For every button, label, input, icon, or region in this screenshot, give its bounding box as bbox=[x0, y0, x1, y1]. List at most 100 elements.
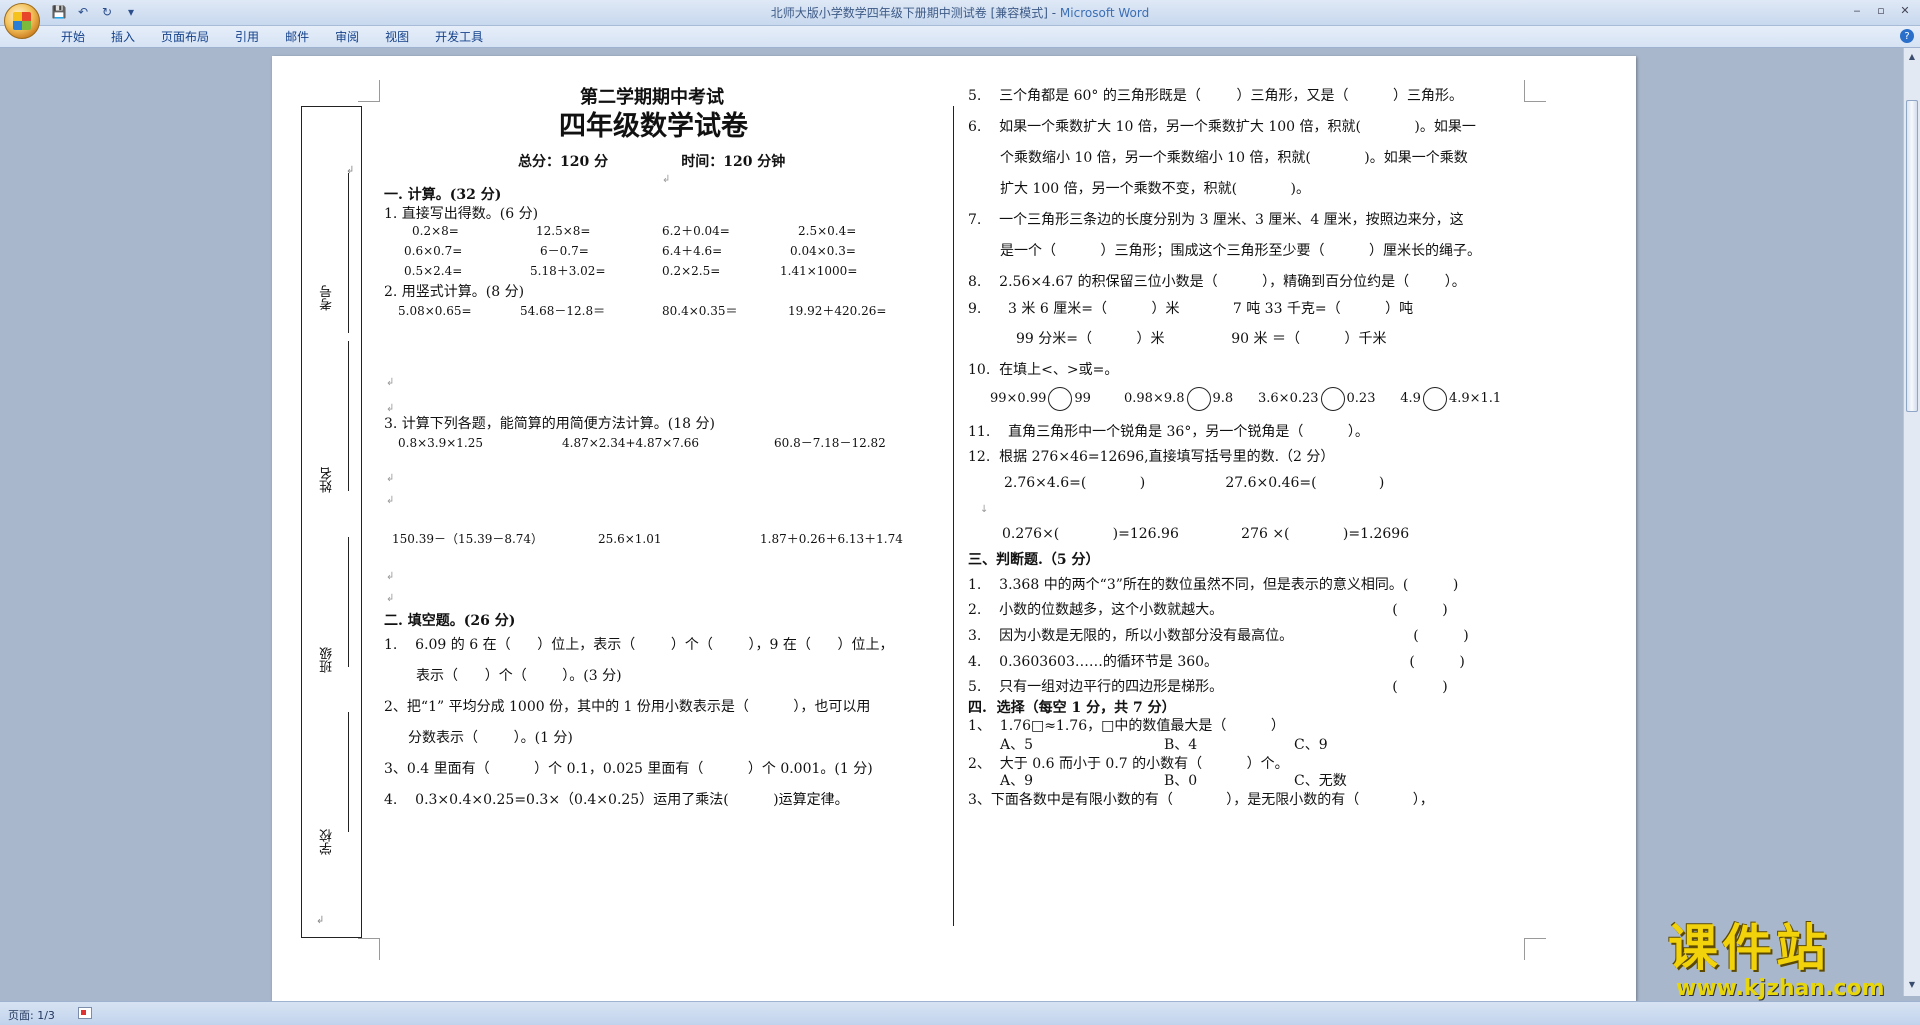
tab-review[interactable]: 审阅 bbox=[322, 29, 372, 45]
choice-1: 1、 1.76□≈1.76，□中的数值最大是（ ） bbox=[968, 718, 1285, 734]
crop-mark bbox=[358, 938, 380, 960]
school-label: 学校 bbox=[320, 829, 335, 855]
scroll-up-icon[interactable]: ▲ bbox=[1906, 50, 1918, 62]
choice-1-b: B、4 bbox=[1164, 737, 1198, 753]
scroll-thumb[interactable] bbox=[1906, 100, 1918, 412]
help-icon[interactable]: ? bbox=[1900, 29, 1914, 43]
paragraph-mark: ↲ bbox=[386, 593, 395, 604]
fill-1b: 表示（ ）个（ ）。(3 分) bbox=[416, 668, 622, 684]
proofing-icon[interactable] bbox=[78, 1007, 92, 1019]
judge-5: 5. 只有一组对边平行的四边形是梯形。 ( ) bbox=[968, 679, 1448, 695]
question-3: 3. 计算下列各题，能简算的用简便方法计算。(18 分) bbox=[384, 416, 715, 432]
fill-11: 11. 直角三角形中一个锐角是 36°，另一个锐角是（ ）。 bbox=[968, 424, 1369, 440]
fill-3: 3、0.4 里面有（ ）个 0.1，0.025 里面有（ ）个 0.001。(1… bbox=[384, 761, 873, 777]
fill-5: 5. 三个角都是 60° 的三角形既是（ ）三角形，又是（ ）三角形。 bbox=[968, 88, 1463, 104]
q1-row2-b: 6－0.7= bbox=[540, 244, 589, 258]
q1-row3-d: 1.41×1000= bbox=[780, 264, 858, 278]
class-label: 班级 bbox=[320, 647, 335, 673]
compare-2-right: 9.8 bbox=[1212, 391, 1234, 406]
document-page[interactable]: ↲ 考号 姓名 班级 学校 ↲ 第二学期期中考试 四年级数学试卷 总分：120 … bbox=[272, 56, 1636, 1001]
choice-3: 3、下面各数中是有限小数的有（ ），是无限小数的有（ ）， bbox=[968, 792, 1434, 808]
paragraph-mark: ↲ bbox=[386, 495, 395, 506]
minimize-button[interactable]: ‒ bbox=[1846, 2, 1868, 18]
fill-6c: 扩大 100 倍，另一个乘数不变，积就( )。 bbox=[1000, 181, 1310, 197]
q1-row2-c: 6.4＋4.6= bbox=[662, 244, 723, 258]
tab-home[interactable]: 开始 bbox=[48, 29, 98, 45]
fill-4: 4. 0.3×0.4×0.25=0.3×（0.4×0.25）运用了乘法( )运算… bbox=[384, 792, 849, 808]
fill-6b: 个乘数缩小 10 倍，另一个乘数缩小 10 倍，积就( )。如果一个乘数 bbox=[1000, 150, 1468, 166]
paragraph-mark: ↲ bbox=[386, 571, 395, 582]
q1-row2-a: 0.6×0.7= bbox=[404, 244, 463, 258]
q1-row3-c: 0.2×2.5= bbox=[662, 264, 721, 278]
fill-line bbox=[348, 712, 349, 832]
paragraph-mark: ↲ bbox=[386, 377, 395, 388]
q1-row1-d: 2.5×0.4= bbox=[798, 224, 857, 238]
document-title: 北师大版小学数学四年级下册期中测试卷 [兼容模式] - bbox=[770, 6, 1060, 20]
q3-row2-b: 25.6×1.01 bbox=[598, 532, 662, 546]
compare-4-left: 4.9 bbox=[1400, 391, 1421, 406]
paragraph-mark: ↲ bbox=[316, 915, 325, 926]
compare-circle[interactable] bbox=[1320, 386, 1345, 411]
column-divider bbox=[953, 106, 954, 926]
choice-1-c: C、9 bbox=[1294, 737, 1328, 753]
tab-insert[interactable]: 插入 bbox=[98, 29, 148, 45]
maximize-button[interactable]: ▫ bbox=[1870, 2, 1892, 18]
fill-line bbox=[348, 341, 349, 491]
office-logo-icon bbox=[13, 12, 31, 30]
choice-2-a: A、9 bbox=[1000, 773, 1034, 789]
watermark-brand: 课件站 bbox=[1668, 919, 1830, 977]
exam-subtitle: 四年级数学试卷 bbox=[559, 111, 748, 142]
tab-view[interactable]: 视图 bbox=[372, 29, 422, 45]
compare-3-left: 3.6×0.23 bbox=[1258, 391, 1319, 406]
q3-row1-a: 0.8×3.9×1.25 bbox=[398, 436, 483, 450]
q3-row1-b: 4.87×2.34+4.87×7.66 bbox=[562, 436, 700, 450]
q2-d: 19.92＋420.26= bbox=[788, 304, 887, 318]
fill-7a: 7. 一个三角形三条边的长度分别为 3 厘米、3 厘米、4 厘米，按照边来分，这 bbox=[968, 212, 1464, 228]
judge-3: 3. 因为小数是无限的，所以小数部分没有最高位。 ( ) bbox=[968, 628, 1469, 644]
q1-row3-a: 0.5×2.4= bbox=[404, 264, 463, 278]
compare-1-left: 99×0.99 bbox=[990, 391, 1047, 406]
section-3-heading: 三、判断题.（5 分） bbox=[968, 552, 1100, 568]
fill-9a: 9. 3 米 6 厘米=（ ）米 7 吨 33 千克=（ ）吨 bbox=[968, 301, 1414, 317]
tab-references[interactable]: 引用 bbox=[222, 29, 272, 45]
watermark-url: www.kjzhan.com bbox=[1676, 976, 1885, 1001]
tab-mailings[interactable]: 邮件 bbox=[272, 29, 322, 45]
q3-row1-c: 60.8－7.18－12.82 bbox=[774, 436, 886, 450]
choice-1-a: A、5 bbox=[1000, 737, 1034, 753]
status-bar: 页面: 1/3 bbox=[0, 1001, 1920, 1025]
section-1-heading: 一. 计算。(32 分) bbox=[384, 187, 502, 203]
fill-12b: 0.276×( )=126.96 276 ×( )=1.2696 bbox=[1002, 526, 1410, 542]
paragraph-mark: ↲ bbox=[386, 473, 395, 484]
site-watermark: 课件站 www.kjzhan.com bbox=[1668, 919, 1908, 1001]
fill-10: 10. 在填上<、>或=。 bbox=[968, 362, 1119, 378]
compare-circle[interactable] bbox=[1186, 386, 1211, 411]
fill-line bbox=[348, 173, 349, 333]
compare-1-right: 99 bbox=[1074, 391, 1091, 406]
q1-row1-b: 12.5×8= bbox=[536, 224, 591, 238]
fill-line bbox=[348, 537, 349, 667]
q1-row1-a: 0.2×8= bbox=[412, 224, 459, 238]
compare-row: 99×0.99 99 0.98×9.8 9.8 3.6×0.23 0.23 4.9 4.… bbox=[990, 386, 1501, 412]
compare-circle[interactable] bbox=[1422, 386, 1447, 411]
crop-mark bbox=[1524, 80, 1546, 102]
section-2-heading: 二. 填空题。(26 分) bbox=[384, 613, 516, 629]
vertical-scrollbar[interactable]: ▲ ▼ bbox=[1903, 48, 1920, 996]
app-name: Microsoft Word bbox=[1059, 6, 1150, 20]
tab-developer[interactable]: 开发工具 bbox=[422, 29, 496, 45]
judge-1: 1. 3.368 中的两个“3”所在的数位虽然不同，但是表示的意义相同。( ) bbox=[968, 577, 1459, 593]
q2-a: 5.08×0.65= bbox=[398, 304, 472, 318]
close-button[interactable]: ✕ bbox=[1894, 2, 1916, 18]
fill-12a: 2.76×4.6=( ) 27.6×0.46=( ) bbox=[1004, 475, 1385, 491]
fill-9b: 99 分米=（ ）米 90 米 ＝（ ）千米 bbox=[1016, 331, 1387, 347]
crop-mark bbox=[1524, 938, 1546, 960]
page-indicator[interactable]: 页面: 1/3 bbox=[8, 1007, 55, 1023]
judge-2: 2. 小数的位数越多，这个小数就越大。 ( ) bbox=[968, 602, 1448, 618]
exam-meta: 总分：120 分 时间：120 分钟 bbox=[518, 154, 786, 170]
compare-circle[interactable] bbox=[1048, 386, 1073, 411]
paragraph-mark: ↲ bbox=[662, 174, 671, 185]
fill-6a: 6. 如果一个乘数扩大 10 倍，另一个乘数扩大 100 倍，积就( )。如果一 bbox=[968, 119, 1476, 135]
window-title: 北师大版小学数学四年级下册期中测试卷 [兼容模式] - Microsoft Wo… bbox=[0, 4, 1920, 21]
office-button[interactable] bbox=[4, 3, 40, 39]
binding-strip: ↲ 考号 姓名 班级 学校 ↲ bbox=[301, 106, 362, 938]
tab-page-layout[interactable]: 页面布局 bbox=[148, 29, 222, 45]
